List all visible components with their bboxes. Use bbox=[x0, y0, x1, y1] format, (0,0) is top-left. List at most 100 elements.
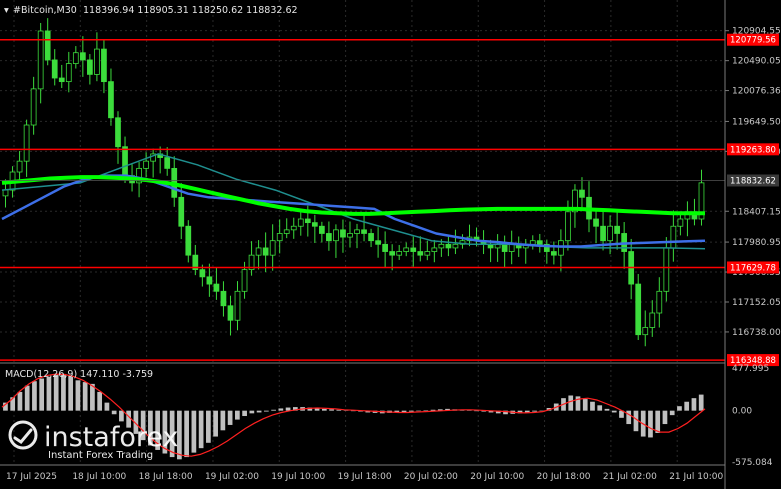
candle-body bbox=[65, 63, 72, 83]
watermark-brand: instaforex bbox=[44, 422, 178, 453]
price-tick-label: 116738.00 bbox=[732, 328, 781, 338]
candle-body bbox=[30, 88, 37, 126]
candle-body bbox=[600, 225, 606, 242]
time-tick-label: 21 Jul 10:00 bbox=[669, 472, 723, 482]
candle-body bbox=[319, 225, 325, 234]
candle-body bbox=[677, 218, 684, 227]
candle-body bbox=[2, 189, 9, 197]
price-tick-label: 120076.36 bbox=[732, 87, 781, 97]
candle-body bbox=[354, 229, 360, 234]
macd-bar bbox=[611, 410, 617, 413]
macd-bar bbox=[46, 376, 52, 411]
macd-bar bbox=[691, 398, 697, 411]
candle-body bbox=[115, 117, 121, 148]
candle-body bbox=[382, 243, 388, 252]
candle-body bbox=[431, 247, 438, 252]
candle-body bbox=[529, 240, 536, 245]
candle-body bbox=[368, 233, 374, 242]
candle-body bbox=[635, 283, 642, 336]
candle-body bbox=[607, 225, 613, 242]
candle-body bbox=[361, 229, 367, 234]
macd-bar bbox=[655, 410, 661, 433]
candle-body bbox=[143, 160, 149, 169]
candle-body bbox=[234, 290, 241, 321]
time-tick-label: 17 Jul 2025 bbox=[6, 472, 57, 482]
macd-bar bbox=[416, 410, 421, 412]
candle-body bbox=[87, 59, 93, 75]
candle-body bbox=[424, 251, 431, 256]
macd-bar bbox=[206, 410, 211, 443]
macd-bar bbox=[32, 381, 37, 411]
candle-body bbox=[108, 81, 114, 119]
candle-body bbox=[389, 251, 396, 256]
candle-body bbox=[178, 196, 185, 227]
time-tick-label: 20 Jul 02:00 bbox=[404, 472, 458, 482]
time-axis[interactable]: 17 Jul 2025 18 Jul 10:00 18 Jul 18:00 19 Ju… bbox=[6, 472, 723, 482]
candle-body bbox=[58, 77, 65, 83]
candle-body bbox=[122, 146, 128, 177]
candle-body bbox=[347, 233, 353, 238]
macd-bar bbox=[68, 376, 74, 411]
macd-bar bbox=[191, 410, 197, 453]
candle-body bbox=[642, 327, 649, 336]
candle-body bbox=[396, 251, 403, 256]
candle-body bbox=[23, 124, 30, 162]
candle-body bbox=[220, 290, 227, 307]
macd-tick-label: 0.00 bbox=[732, 407, 752, 417]
chart-header: ▾ #Bitcoin,M30 118396.94 118905.31 11825… bbox=[4, 5, 298, 16]
macd-bar bbox=[648, 410, 653, 438]
watermark-tagline: Instant Forex Trading bbox=[48, 450, 153, 461]
macd-bar bbox=[271, 409, 276, 411]
time-tick-label: 19 Jul 18:00 bbox=[338, 472, 392, 482]
macd-bar bbox=[104, 402, 110, 411]
candle-body bbox=[297, 218, 304, 227]
macd-bar bbox=[198, 410, 204, 449]
candle-body bbox=[311, 222, 318, 227]
macd-bar bbox=[119, 410, 124, 422]
candle-body bbox=[663, 247, 670, 292]
macd-bar bbox=[669, 410, 675, 416]
candle-body bbox=[375, 240, 381, 245]
candle-body bbox=[410, 247, 417, 252]
macd-bar bbox=[235, 410, 240, 420]
price-tick-label: 117980.95 bbox=[732, 238, 781, 248]
candle-body bbox=[403, 247, 410, 252]
macd-bar bbox=[597, 405, 603, 411]
candle-body bbox=[213, 283, 220, 292]
macd-bar bbox=[256, 410, 262, 413]
current-price-label: 118832.62 bbox=[730, 176, 776, 186]
macd-bar bbox=[82, 382, 88, 411]
macd-bar bbox=[321, 408, 327, 411]
candle-body bbox=[262, 247, 269, 256]
price-tick-label: 117152.05 bbox=[732, 298, 781, 308]
time-tick-label: 19 Jul 10:00 bbox=[271, 472, 325, 482]
macd-bar bbox=[242, 410, 247, 417]
candle-body bbox=[656, 290, 663, 314]
candle-body bbox=[255, 247, 262, 256]
candle-body bbox=[579, 189, 585, 198]
macd-bar bbox=[39, 378, 45, 411]
macd-bar bbox=[329, 409, 334, 411]
candle-body bbox=[79, 52, 86, 61]
macd-bar bbox=[90, 383, 95, 411]
macd-bar bbox=[220, 410, 226, 431]
trading-chart[interactable]: 120904.55120490.05120076.36119649.501192… bbox=[0, 0, 781, 489]
macd-bar bbox=[677, 406, 682, 411]
macd-tick-label: -575.084 bbox=[732, 458, 773, 468]
candle-body bbox=[283, 229, 290, 234]
price-tick-label: 118407.15 bbox=[732, 207, 781, 217]
candle-body bbox=[290, 225, 297, 231]
candle-body bbox=[340, 229, 346, 238]
macd-bar bbox=[568, 395, 574, 411]
macd-bar bbox=[285, 407, 291, 411]
candle-body bbox=[72, 52, 79, 64]
candle-body bbox=[94, 48, 100, 75]
header-arrow-icon: ▾ bbox=[4, 5, 9, 16]
candle-body bbox=[304, 218, 311, 224]
macd-header: MACD(12,26,9) 147.110 -3.759 bbox=[5, 369, 153, 380]
macd-bar bbox=[75, 380, 81, 411]
candle-body bbox=[565, 211, 571, 242]
macd-bar bbox=[24, 385, 30, 411]
macd-bar bbox=[184, 410, 189, 458]
time-tick-label: 18 Jul 10:00 bbox=[72, 472, 126, 482]
